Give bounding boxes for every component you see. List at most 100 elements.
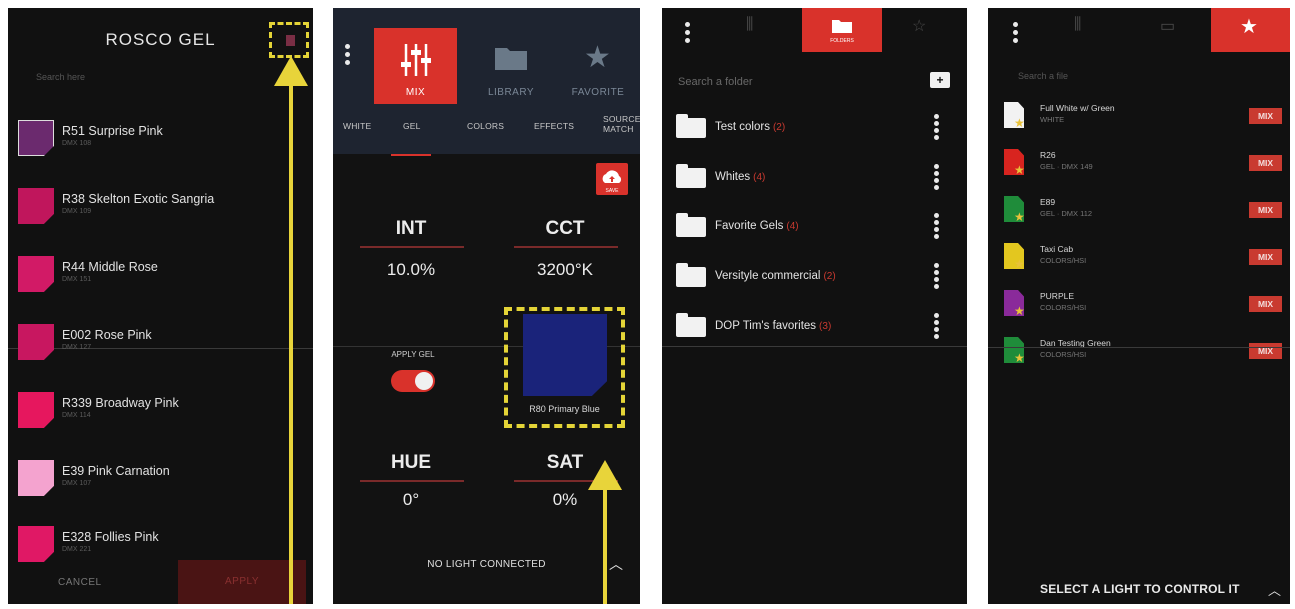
int-value[interactable]: 10.0%	[356, 260, 466, 280]
more-options-icon[interactable]	[934, 263, 940, 291]
star-icon[interactable]: ☆	[912, 16, 926, 36]
tab-mix[interactable]: MIX	[374, 28, 457, 104]
gel-item[interactable]: R44 Middle Rose DMX 151	[18, 256, 298, 296]
mix-badge[interactable]: MIX	[1249, 343, 1282, 359]
tab-label: FOLDERS	[830, 38, 854, 44]
gel-item[interactable]: R38 Skelton Exotic Sangria DMX 109	[18, 188, 298, 228]
selected-gel-swatch[interactable]	[523, 314, 607, 396]
favorite-item[interactable]: ★ Dan Testing Green COLORS/HSI MIX	[1004, 337, 1288, 373]
more-options-icon[interactable]	[934, 164, 940, 192]
mix-badge[interactable]: MIX	[1249, 155, 1282, 171]
favorite-item[interactable]: ★ Taxi Cab COLORS/HSI MIX	[1004, 243, 1288, 279]
tab-folders[interactable]: FOLDERS	[802, 8, 882, 52]
gel-item[interactable]: R51 Surprise Pink DMX 108	[18, 120, 298, 160]
tab-library[interactable]: LIBRARY	[466, 28, 556, 104]
folder-item[interactable]: Versityle commercial (2)	[676, 261, 961, 291]
cct-value[interactable]: 3200°K	[510, 260, 620, 280]
more-options-icon[interactable]	[934, 213, 940, 241]
new-folder-button[interactable]: +	[930, 72, 950, 88]
folder-item[interactable]: DOP Tim's favorites (3)	[676, 311, 961, 341]
gel-code: DMX 109	[62, 208, 92, 215]
divider	[988, 347, 1290, 348]
folder-item[interactable]: Favorite Gels (4)	[676, 211, 961, 241]
folder-icon	[676, 114, 706, 138]
folder-icon	[832, 20, 852, 33]
tab-label: FAVORITE	[571, 87, 625, 98]
filter-button[interactable]	[269, 22, 309, 58]
sliders-icon[interactable]: ⫼	[746, 16, 753, 34]
gel-code: DMX 114	[62, 412, 91, 419]
subtab-colors[interactable]: COLORS	[467, 121, 504, 131]
chevron-up-icon[interactable]: ︿	[1268, 580, 1281, 599]
cct-label: CCT	[545, 218, 585, 239]
gel-swatch	[18, 460, 54, 496]
favorite-item[interactable]: ★ Full White w/ Green WHITE MIX	[1004, 102, 1288, 138]
more-options-icon[interactable]	[934, 313, 940, 341]
subtab-gel[interactable]: GEL	[403, 121, 421, 131]
folder-icon	[676, 213, 706, 237]
favorite-item[interactable]: ★ E89 GEL · DMX 112 MIX	[1004, 196, 1288, 232]
menu-icon[interactable]	[1013, 22, 1018, 46]
file-name: E89	[1040, 197, 1056, 207]
apply-button[interactable]: APPLY	[178, 560, 306, 604]
apply-gel-toggle[interactable]	[391, 370, 435, 392]
gel-name: R51 Surprise Pink	[62, 124, 163, 138]
active-subtab-indicator	[391, 154, 431, 156]
mix-badge[interactable]: MIX	[1249, 249, 1282, 265]
sliders-icon[interactable]: ⫼	[1074, 16, 1081, 34]
folder-icon	[676, 263, 706, 287]
favorite-item[interactable]: ★ PURPLE COLORS/HSI MIX	[1004, 290, 1288, 326]
file-type: COLORS/HSI	[1040, 350, 1087, 359]
subtab-effects[interactable]: EFFECTS	[534, 121, 574, 131]
gel-swatch	[18, 188, 54, 224]
star-icon: ★	[1014, 257, 1025, 271]
save-label: SAVE	[605, 188, 619, 194]
menu-icon[interactable]	[345, 44, 351, 68]
gel-item[interactable]: E002 Rose Pink DMX 127	[18, 324, 298, 364]
folder-item[interactable]: Whites (4)	[676, 162, 961, 192]
tab-favorite[interactable]: ★ FAVORITE	[558, 28, 638, 104]
callout-arrow-head	[274, 56, 308, 86]
mix-badge[interactable]: MIX	[1249, 202, 1282, 218]
gel-code: DMX 127	[62, 344, 92, 351]
mix-gel-screen: MIX LIBRARY ★ FAVORITE WHITE GEL COLORS …	[333, 8, 640, 604]
chevron-up-icon[interactable]: ︿	[609, 554, 623, 574]
filter-icon	[286, 35, 295, 46]
hue-value[interactable]: 0°	[356, 490, 466, 510]
search-input[interactable]: Search a file	[1018, 71, 1068, 81]
sliders-icon	[401, 44, 431, 76]
folder-name: Test colors (2)	[715, 121, 786, 133]
gel-item[interactable]: E39 Pink Carnation DMX 107	[18, 460, 298, 500]
gel-swatch	[18, 120, 54, 156]
gel-name: R339 Broadway Pink	[62, 396, 179, 410]
callout-arrow	[289, 80, 293, 604]
folder-name: Versityle commercial (2)	[715, 270, 836, 282]
gel-swatch	[18, 526, 54, 562]
mix-badge[interactable]: MIX	[1249, 108, 1282, 124]
folder-icon[interactable]: ▭	[1160, 16, 1175, 36]
selected-gel-name: R80 Primary Blue	[529, 404, 600, 414]
save-cloud-button[interactable]: SAVE	[596, 163, 628, 195]
gel-name: R38 Skelton Exotic Sangria	[62, 192, 215, 206]
tab-favorites[interactable]: ★	[1211, 8, 1290, 52]
subtab-source-match[interactable]: SOURCE MATCH	[603, 114, 640, 134]
favorite-item[interactable]: ★ R26 GEL · DMX 149 MIX	[1004, 149, 1288, 185]
folder-name: DOP Tim's favorites (3)	[715, 320, 832, 332]
more-options-icon[interactable]	[934, 114, 940, 142]
subtab-white[interactable]: WHITE	[343, 121, 371, 131]
cancel-button[interactable]: CANCEL	[58, 577, 102, 588]
search-input[interactable]: Search here	[36, 72, 85, 82]
int-label: INT	[395, 218, 427, 239]
star-icon: ★	[1240, 16, 1258, 38]
file-name: PURPLE	[1040, 291, 1075, 301]
menu-icon[interactable]	[685, 22, 690, 46]
tab-label: LIBRARY	[487, 87, 535, 98]
cct-divider	[514, 246, 618, 248]
folder-item[interactable]: Test colors (2)	[676, 112, 961, 142]
callout-arrow	[603, 486, 607, 604]
mix-badge[interactable]: MIX	[1249, 296, 1282, 312]
file-name: Full White w/ Green	[1040, 103, 1115, 113]
search-input[interactable]: Search a folder	[678, 76, 753, 88]
star-icon: ★	[1014, 210, 1025, 224]
gel-item[interactable]: R339 Broadway Pink DMX 114	[18, 392, 298, 432]
